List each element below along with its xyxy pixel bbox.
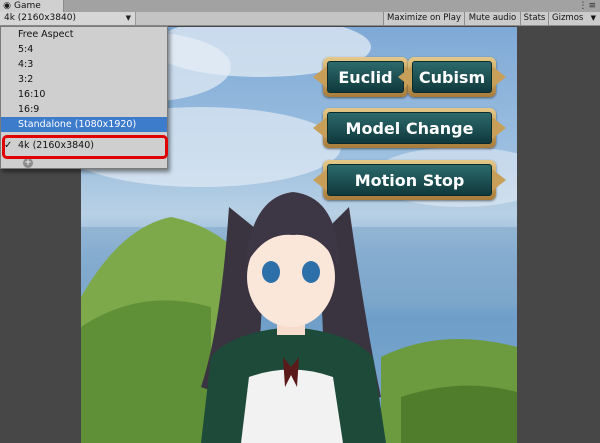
chevron-down-icon: ▼ (125, 14, 131, 22)
euclid-button[interactable]: Euclid (323, 57, 408, 97)
aspect-option-3-2[interactable]: 3:2 (1, 72, 167, 87)
aspect-option-4-3[interactable]: 4:3 (1, 57, 167, 72)
maximize-on-play-button[interactable]: Maximize on Play (383, 12, 464, 25)
model-change-button-label: Model Change (327, 112, 492, 144)
model-change-button[interactable]: Model Change (323, 108, 496, 148)
motion-stop-button[interactable]: Motion Stop (323, 160, 496, 200)
aspect-option-label: 16:9 (18, 104, 40, 115)
red-highlight-annotation (2, 135, 168, 159)
aspect-option-5-4[interactable]: 5:4 (1, 42, 167, 57)
tab-game-label: Game (14, 1, 41, 11)
aspect-option-label: 4:3 (18, 59, 34, 70)
cubism-button-label: Cubism (412, 61, 492, 93)
game-toolbar: 4k (2160x3840) ▼ Maximize on Play Mute a… (0, 12, 600, 26)
gizmos-label: Gizmos (552, 13, 584, 23)
mute-audio-button[interactable]: Mute audio (464, 12, 520, 25)
aspect-option-16-9[interactable]: 16:9 (1, 102, 167, 117)
aspect-option-label: Free Aspect (18, 29, 74, 40)
window-tab-bar: ◉ Game ⋮≡ (0, 0, 600, 12)
add-circle-icon[interactable]: + (23, 158, 33, 168)
aspect-ratio-value: 4k (2160x3840) (4, 13, 76, 23)
window-menu-icon[interactable]: ⋮≡ (578, 0, 597, 12)
aspect-option-standalone[interactable]: Standalone (1080x1920) (1, 117, 167, 132)
aspect-option-label: Standalone (1080x1920) (18, 119, 137, 130)
cubism-button[interactable]: Cubism (408, 57, 496, 97)
aspect-option-16-10[interactable]: 16:10 (1, 87, 167, 102)
aspect-option-free[interactable]: Free Aspect (1, 27, 167, 42)
aspect-option-label: 3:2 (18, 74, 34, 85)
chevron-down-icon: ▼ (590, 14, 596, 22)
aspect-ratio-dropdown[interactable]: 4k (2160x3840) ▼ (0, 12, 136, 25)
stats-button[interactable]: Stats (520, 12, 548, 25)
aspect-option-label: 5:4 (18, 44, 34, 55)
euclid-button-label: Euclid (327, 61, 404, 93)
motion-stop-button-label: Motion Stop (327, 164, 492, 196)
game-controller-icon: ◉ (3, 1, 11, 11)
aspect-option-label: 16:10 (18, 89, 46, 100)
tab-game[interactable]: ◉ Game (0, 0, 64, 12)
gizmos-dropdown[interactable]: Gizmos ▼ (548, 12, 600, 25)
